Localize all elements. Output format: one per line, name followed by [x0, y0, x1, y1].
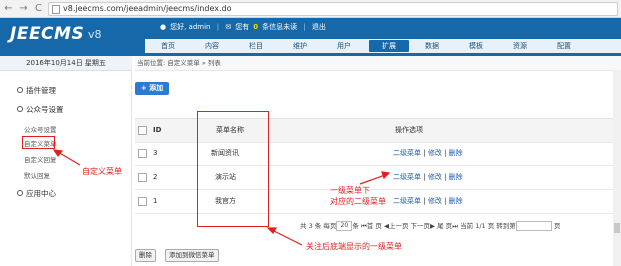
arrow-head: [266, 227, 278, 234]
arrow-head: [381, 171, 391, 180]
arrow-custom-menu: [57, 151, 81, 166]
arrow-level1: [359, 174, 386, 185]
annotation-arrows: [52, 149, 391, 246]
arrow-head: [52, 149, 64, 158]
arrow-bottom-menu: [271, 229, 303, 246]
